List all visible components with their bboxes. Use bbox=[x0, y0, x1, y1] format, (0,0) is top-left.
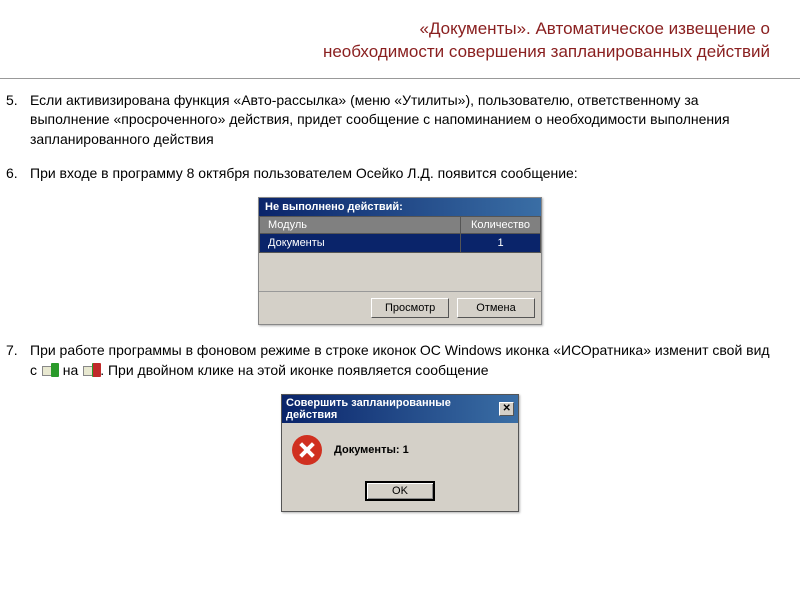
tray-icon-alert bbox=[82, 363, 100, 379]
dialog-button-bar: OK bbox=[282, 477, 518, 511]
title-line-1: «Документы». Автоматическое извещение о bbox=[419, 19, 770, 38]
view-button[interactable]: Просмотр bbox=[371, 298, 449, 318]
dialog-button-bar: Просмотр Отмена bbox=[259, 291, 541, 324]
item-text: При входе в программу 8 октября пользова… bbox=[30, 164, 770, 184]
item-text: Если активизирована функция «Авто-рассыл… bbox=[30, 91, 770, 150]
content-area: 5. Если активизирована функция «Авто-рас… bbox=[0, 91, 800, 513]
dialog-body-spacer bbox=[259, 253, 541, 291]
text-part-b: на bbox=[63, 362, 79, 378]
page-title: «Документы». Автоматическое извещение о … bbox=[0, 0, 800, 74]
dialog-title-text: Совершить запланированные действия bbox=[286, 397, 499, 421]
close-icon[interactable]: ✕ bbox=[499, 402, 514, 416]
perform-actions-dialog: Совершить запланированные действия ✕ Док… bbox=[281, 394, 519, 512]
ok-button[interactable]: OK bbox=[365, 481, 435, 501]
list-item-7: 7. При работе программы в фоновом режиме… bbox=[30, 341, 770, 380]
dialog-titlebar: Не выполнено действий: bbox=[259, 198, 541, 216]
tray-icon-normal bbox=[41, 363, 59, 379]
table-row[interactable]: Документы 1 bbox=[260, 234, 541, 253]
list-item-5: 5. Если активизирована функция «Авто-рас… bbox=[30, 91, 770, 150]
list-item-6: 6. При входе в программу 8 октября польз… bbox=[30, 164, 770, 184]
error-icon bbox=[292, 435, 322, 465]
item-number: 5. bbox=[6, 91, 30, 150]
col-header-module: Модуль bbox=[260, 217, 461, 234]
item-number: 7. bbox=[6, 341, 30, 380]
item-number: 6. bbox=[6, 164, 30, 184]
actions-table: Модуль Количество Документы 1 bbox=[259, 216, 541, 253]
cell-module: Документы bbox=[260, 234, 461, 253]
pending-actions-dialog: Не выполнено действий: Модуль Количество… bbox=[258, 197, 542, 325]
cancel-button[interactable]: Отмена bbox=[457, 298, 535, 318]
text-part-c: . При двойном клике на этой иконке появл… bbox=[100, 362, 488, 378]
title-line-2: необходимости совершения запланированных… bbox=[323, 42, 770, 61]
header-divider bbox=[0, 78, 800, 79]
dialog-titlebar: Совершить запланированные действия ✕ bbox=[282, 395, 518, 423]
dialog-message: Документы: 1 bbox=[334, 444, 409, 456]
item-text: При работе программы в фоновом режиме в … bbox=[30, 341, 770, 380]
dialog-body: Документы: 1 bbox=[282, 423, 518, 477]
cell-count: 1 bbox=[461, 234, 541, 253]
col-header-count: Количество bbox=[461, 217, 541, 234]
